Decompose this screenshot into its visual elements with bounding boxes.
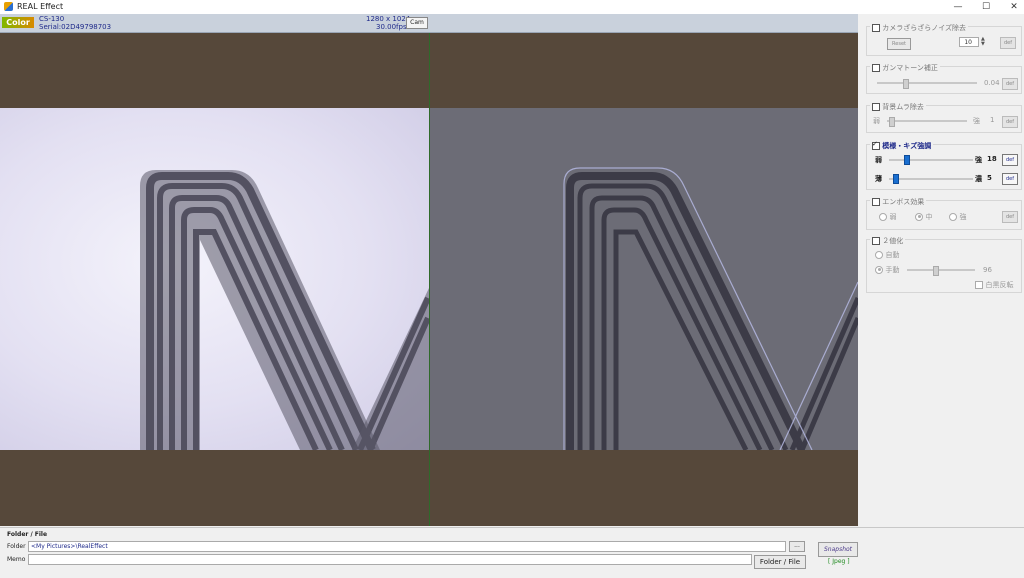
pattern-emphasis-title: 模様・キズ強調 (882, 142, 932, 150)
emboss-title: エンボス効果 (882, 198, 925, 206)
cam-button[interactable]: Cam (406, 17, 428, 29)
letter-m-processed (563, 167, 858, 450)
background-slider-track[interactable] (887, 120, 967, 122)
pattern-row2-slider-thumb[interactable] (893, 174, 900, 184)
bottom-panel (0, 527, 1024, 578)
binarize-title: ２値化 (882, 237, 904, 245)
pattern-row2-right-label: 濃 (975, 175, 982, 183)
noise-level-spinner-icon[interactable]: ▲ ▼ (981, 37, 985, 47)
pattern-row2-value: 5 (987, 174, 992, 182)
emboss-checkbox[interactable] (872, 198, 880, 206)
gamma-slider-thumb[interactable] (903, 79, 909, 89)
processed-image-panel (430, 33, 858, 526)
gamma-value: 0.04 (984, 79, 1000, 87)
binarize-manual-radio[interactable]: 手動 (875, 265, 900, 275)
emboss-option-strong[interactable]: 強 (949, 212, 967, 222)
gamma-slider-track[interactable] (877, 82, 977, 84)
camera-info-bar (0, 14, 858, 33)
noise-level-field[interactable]: 10 (959, 37, 979, 47)
noise-removal-checkbox[interactable] (872, 24, 880, 32)
window-title: REAL Effect (17, 2, 64, 11)
letter-m-original (140, 170, 429, 450)
folder-path-field[interactable]: <My Pictures>\RealEffect (28, 541, 786, 552)
gamma-tone-group: ガンマトーン補正 0.04 def (866, 63, 1022, 94)
camera-model: CS-130 (39, 15, 65, 23)
binarize-auto-radio[interactable]: 自動 (875, 250, 900, 260)
emboss-def-button[interactable]: def (1002, 211, 1018, 223)
emboss-group: エンボス効果 弱 中 強 def (866, 197, 1022, 230)
binarize-group: ２値化 自動 手動 96 白黒反転 (866, 236, 1022, 293)
snapshot-format-label: [ Jpeg ] (828, 558, 850, 565)
camera-resolution: 1280 x 1024 (366, 15, 411, 23)
folder-file-button[interactable]: Folder / File (754, 555, 806, 569)
gamma-def-button[interactable]: def (1002, 78, 1018, 90)
binarize-invert-checkbox[interactable]: 白黒反転 (975, 280, 1014, 290)
title-bar (0, 0, 1024, 14)
app-icon (4, 2, 13, 11)
background-removal-checkbox[interactable] (872, 103, 880, 111)
camera-serial: Serial:02D49798703 (39, 23, 112, 31)
camera-fps: 30.00fps (376, 23, 407, 31)
background-removal-title: 背景ムラ除去 (882, 103, 924, 111)
background-slider-thumb[interactable] (888, 117, 895, 127)
close-button[interactable]: ✕ (1000, 0, 1024, 14)
background-strong-label: 強 (973, 117, 980, 125)
noise-removal-title: カメラざらざらノイズ除去 (882, 24, 967, 32)
browse-button[interactable]: ... (789, 541, 805, 552)
pattern-row2-slider-track[interactable] (889, 178, 973, 180)
pattern-emphasis-group: 模様・キズ強調 弱 強 18 def 薄 濃 5 def (866, 140, 1022, 190)
pattern-row1-right-label: 強 (975, 156, 982, 164)
binarize-slider-track[interactable] (907, 269, 975, 271)
emboss-option-weak[interactable]: 弱 (879, 212, 897, 222)
maximize-button[interactable]: ☐ (972, 0, 1000, 14)
folder-label: Folder (7, 543, 26, 550)
original-camera-image (0, 108, 429, 450)
binarize-slider-thumb[interactable] (933, 266, 939, 276)
pattern-row2-left-label: 薄 (875, 175, 882, 183)
emboss-option-medium[interactable]: 中 (915, 212, 933, 222)
minimize-button[interactable]: — (944, 0, 972, 14)
binarize-value: 96 (983, 266, 992, 274)
snapshot-button[interactable]: Snapshot (818, 542, 858, 557)
pattern-row1-left-label: 弱 (875, 156, 882, 164)
background-weak-label: 弱 (873, 117, 880, 125)
noise-removal-group: カメラざらざらノイズ除去 Reset 10 ▲ ▼ def (866, 23, 1022, 56)
pattern-row1-value: 18 (987, 155, 997, 163)
background-removal-group: 背景ムラ除去 弱 強 1 def (866, 102, 1022, 133)
pattern-row1-def-button[interactable]: def (1002, 154, 1018, 166)
binarize-checkbox[interactable] (872, 237, 880, 245)
pattern-row2-def-button[interactable]: def (1002, 173, 1018, 185)
background-def-button[interactable]: def (1002, 116, 1018, 128)
noise-reset-button[interactable]: Reset (887, 38, 911, 50)
gamma-tone-checkbox[interactable] (872, 64, 880, 72)
noise-def-button[interactable]: def (1000, 37, 1016, 49)
gamma-tone-title: ガンマトーン補正 (882, 64, 938, 72)
color-mode-badge: Color (2, 17, 34, 28)
memo-field[interactable] (28, 554, 752, 565)
original-image-panel (0, 33, 429, 526)
pattern-row1-slider-track[interactable] (889, 159, 973, 161)
background-value: 1 (990, 116, 995, 124)
processed-camera-image (430, 108, 858, 450)
memo-label: Memo (7, 556, 26, 563)
pattern-emphasis-checkbox[interactable] (872, 140, 880, 150)
folder-file-section-title: Folder / File (7, 531, 48, 538)
pattern-row1-slider-thumb[interactable] (904, 155, 911, 165)
